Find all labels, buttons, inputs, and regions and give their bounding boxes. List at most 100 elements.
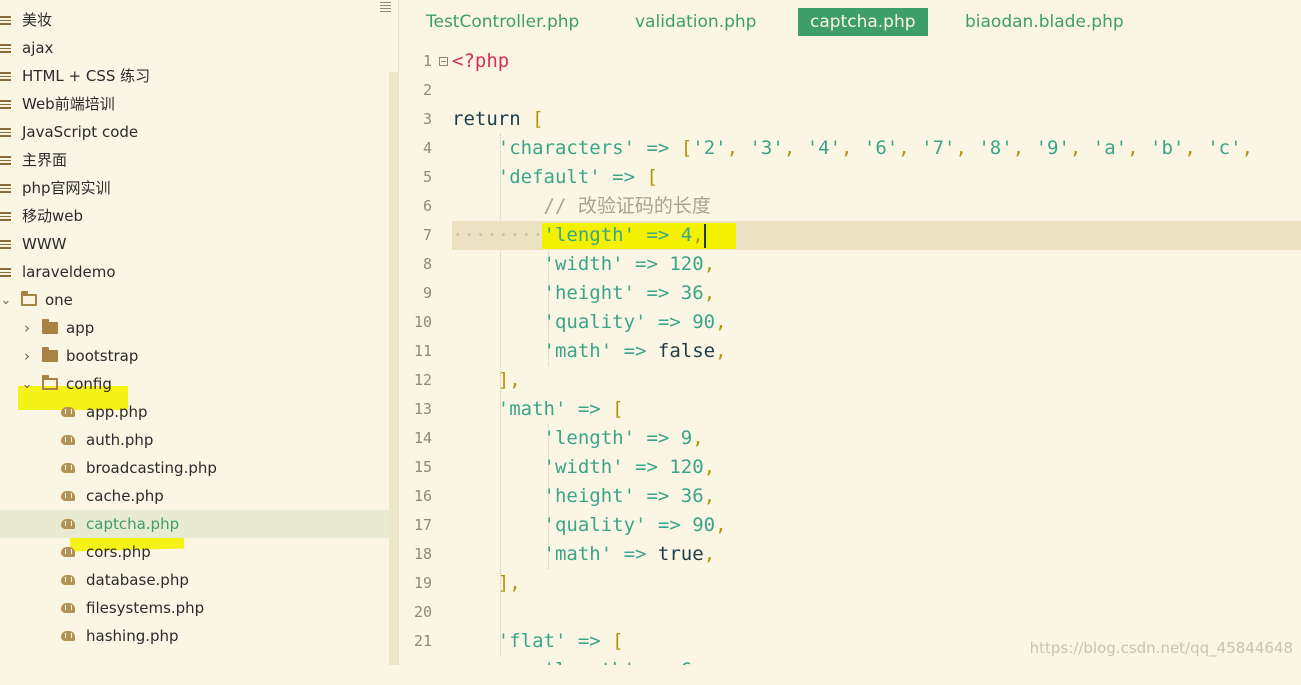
code-line[interactable]: 'length' => 6, bbox=[452, 656, 1301, 665]
code-token: 'a' bbox=[1092, 137, 1128, 159]
code-token: ], bbox=[497, 369, 521, 391]
tree-item-javascript-code[interactable]: JavaScript code bbox=[0, 118, 390, 146]
tree-item-web前端培训[interactable]: Web前端培训 bbox=[0, 90, 390, 118]
tree-item-label: config bbox=[66, 375, 112, 393]
tree-item-label: app.php bbox=[86, 403, 148, 421]
chevron-down-icon[interactable]: ⌄ bbox=[0, 293, 12, 308]
tree-item-hashing-php[interactable]: hashing.php bbox=[0, 622, 399, 650]
tree-item-filesystems-php[interactable]: filesystems.php bbox=[0, 594, 399, 622]
tree-item-label: database.php bbox=[86, 571, 189, 589]
tree-item-移动web[interactable]: 移动web bbox=[0, 202, 390, 230]
tab-validation-php[interactable]: validation.php bbox=[623, 8, 768, 36]
code-token: 'length' bbox=[543, 224, 636, 246]
code-token: , bbox=[726, 137, 750, 159]
tree-item-laraveldemo[interactable]: laraveldemo bbox=[0, 258, 390, 286]
tree-item-one[interactable]: ⌄ one bbox=[0, 286, 390, 314]
tree-item-主界面[interactable]: 主界面 bbox=[0, 146, 390, 174]
php-file-icon bbox=[61, 574, 77, 586]
code-line[interactable]: 'quality' => 90, bbox=[452, 511, 1301, 540]
code-line[interactable]: 'quality' => 90, bbox=[452, 308, 1301, 337]
chevron-right-icon[interactable]: › bbox=[21, 319, 33, 337]
fold-toggle-icon[interactable] bbox=[439, 57, 448, 66]
tree-item-database-php[interactable]: database.php bbox=[0, 566, 399, 594]
line-number: 1 bbox=[422, 52, 432, 70]
line-number: 7 bbox=[422, 226, 432, 244]
chevron-right-icon[interactable]: › bbox=[21, 347, 33, 365]
code-token: , bbox=[715, 340, 727, 362]
tree-item-auth-php[interactable]: auth.php bbox=[0, 426, 399, 454]
code-token: => bbox=[646, 311, 693, 333]
line-number: 9 bbox=[422, 284, 432, 302]
folder-closed-icon bbox=[0, 127, 11, 137]
code-token: 'math' bbox=[543, 543, 613, 565]
code-line[interactable]: 'default' => [ bbox=[452, 163, 1301, 192]
code-token: true bbox=[657, 543, 704, 565]
tree-item-label: Web前端培训 bbox=[22, 95, 115, 113]
line-number: 10 bbox=[413, 313, 432, 331]
tree-item-html-css-练习[interactable]: HTML + CSS 练习 bbox=[0, 62, 390, 90]
tab-testcontroller-php[interactable]: TestController.php bbox=[414, 8, 591, 36]
tree-item-label: filesystems.php bbox=[86, 599, 205, 617]
tree-item-php官网实训[interactable]: php官网实训 bbox=[0, 174, 390, 202]
code-line[interactable]: 'height' => 36, bbox=[452, 482, 1301, 511]
code-token: [ bbox=[612, 398, 624, 420]
code-token: '4' bbox=[806, 137, 842, 159]
php-file-icon bbox=[61, 518, 77, 530]
tree-item-label: php官网实训 bbox=[22, 179, 111, 197]
tab-biaodan-blade-php[interactable]: biaodan.blade.php bbox=[953, 8, 1136, 36]
tree-item-美妆[interactable]: 美妆 bbox=[0, 6, 390, 34]
code-line[interactable]: ], bbox=[452, 569, 1301, 598]
code-line[interactable]: 'math' => false, bbox=[452, 337, 1301, 366]
tree-item-cors-php[interactable]: cors.php bbox=[0, 538, 399, 566]
code-token: 120 bbox=[669, 253, 704, 275]
code-line[interactable]: ], bbox=[452, 366, 1301, 395]
tree-item-config[interactable]: ⌄ config bbox=[0, 370, 399, 398]
folder-closed-icon bbox=[0, 71, 11, 81]
tree-item-cache-php[interactable]: cache.php bbox=[0, 482, 399, 510]
code-token: , bbox=[692, 659, 703, 665]
code-token: [ bbox=[612, 630, 624, 652]
tree-item-app[interactable]: › app bbox=[0, 314, 399, 342]
code-token: => bbox=[612, 543, 658, 565]
tab-captcha-php[interactable]: captcha.php bbox=[798, 8, 928, 36]
code-token: ········ bbox=[452, 224, 544, 246]
code-editor[interactable]: <?php return [ 'characters' => ['2', '3',… bbox=[452, 40, 1301, 665]
code-token: 'width' bbox=[543, 253, 624, 275]
tree-item-www[interactable]: WWW bbox=[0, 230, 390, 258]
code-line[interactable]: return [ bbox=[452, 105, 1301, 134]
code-line[interactable]: 'width' => 120, bbox=[452, 453, 1301, 482]
code-token: false bbox=[657, 340, 716, 362]
code-line[interactable]: 'width' => 120, bbox=[452, 250, 1301, 279]
code-line[interactable]: ········'length' => 4, bbox=[452, 221, 1301, 250]
code-line[interactable] bbox=[452, 76, 1301, 105]
tree-item-app-php[interactable]: app.php bbox=[0, 398, 399, 426]
code-line[interactable]: 'math' => [ bbox=[452, 395, 1301, 424]
tree-item-ajax[interactable]: ajax bbox=[0, 34, 390, 62]
code-line[interactable]: 'height' => 36, bbox=[452, 279, 1301, 308]
php-file-icon bbox=[61, 602, 77, 614]
folder-closed-icon bbox=[0, 239, 11, 249]
tree-item-label: broadcasting.php bbox=[86, 459, 217, 477]
code-line[interactable]: 'length' => 9, bbox=[452, 424, 1301, 453]
code-line[interactable]: 'math' => true, bbox=[452, 540, 1301, 569]
sidebar-scrollbar[interactable] bbox=[389, 72, 398, 665]
code-line[interactable]: <?php bbox=[452, 47, 1301, 76]
line-number: 4 bbox=[422, 139, 432, 157]
tree-item-label: JavaScript code bbox=[22, 123, 139, 141]
tree-item-label: ajax bbox=[22, 39, 54, 57]
tree-item-captcha-php[interactable]: captcha.php bbox=[0, 510, 399, 538]
code-line[interactable]: // 改验证码的长度 bbox=[452, 192, 1301, 221]
tree-item-broadcasting-php[interactable]: broadcasting.php bbox=[0, 454, 399, 482]
tree-item-label: cors.php bbox=[86, 543, 151, 561]
chevron-down-icon[interactable]: ⌄ bbox=[21, 377, 33, 392]
code-token: '9' bbox=[1035, 137, 1070, 159]
code-line[interactable] bbox=[452, 598, 1301, 627]
code-token: => bbox=[635, 282, 681, 304]
folder-closed-icon bbox=[0, 43, 11, 53]
tree-item-bootstrap[interactable]: › bootstrap bbox=[0, 342, 399, 370]
code-line[interactable]: 'characters' => ['2', '3', '4', '6', '7'… bbox=[452, 134, 1301, 163]
